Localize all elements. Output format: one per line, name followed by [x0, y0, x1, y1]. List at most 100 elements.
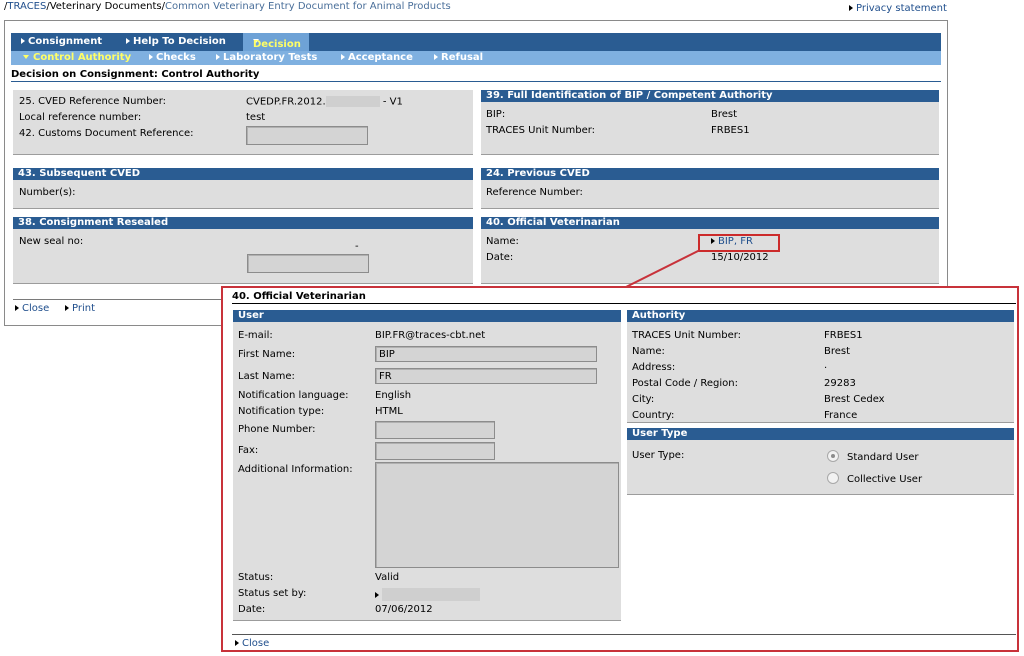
authority-name-label: Name: — [632, 346, 665, 357]
vet-date-label: Date: — [486, 252, 514, 263]
arrow-right-icon — [15, 305, 19, 311]
traces-unit-label: TRACES Unit Number: — [486, 125, 596, 136]
subtab-control-authority[interactable]: Control Authority — [23, 52, 131, 63]
local-ref-value: test — [246, 112, 266, 123]
new-seal-label: New seal no: — [19, 236, 84, 247]
privacy-statement-link[interactable]: Privacy statement — [849, 3, 947, 14]
user-type-header: User Type — [627, 428, 1014, 440]
user-type-label: User Type: — [632, 450, 685, 461]
status-set-by-link[interactable] — [375, 588, 480, 601]
customs-doc-input[interactable] — [246, 126, 368, 145]
cved-ref-suffix: - V1 — [382, 96, 403, 108]
status-value: Valid — [375, 572, 400, 583]
arrow-right-icon — [375, 591, 379, 598]
popup-close-link[interactable]: Close — [235, 638, 269, 649]
authority-unit-label: TRACES Unit Number: — [632, 330, 742, 341]
user-panel: User E-mail: BIP.FR@traces-cbt.net First… — [233, 310, 621, 621]
bip-panel: 39. Full Identification of BIP / Compete… — [481, 90, 939, 155]
first-name-label: First Name: — [238, 349, 296, 360]
authority-name-value: Brest — [824, 346, 851, 357]
popup-title: 40. Official Veterinarian — [232, 291, 366, 302]
print-link[interactable]: Print — [65, 303, 95, 314]
previous-cved-panel: 24. Previous CVED Reference Number: — [481, 168, 939, 209]
authority-unit-value: FRBES1 — [824, 330, 863, 341]
arrow-right-icon — [65, 305, 69, 311]
subtab-refusal[interactable]: Refusal — [434, 52, 483, 63]
authority-country-value: France — [824, 410, 858, 421]
first-name-field[interactable] — [375, 346, 597, 362]
subtab-acceptance-label: Acceptance — [348, 52, 413, 63]
additional-info-label: Additional Information: — [238, 464, 353, 475]
breadcrumb-traces-link[interactable]: TRACES — [7, 1, 46, 12]
bip-label: BIP: — [486, 109, 506, 120]
subsequent-cved-header: 43. Subsequent CVED — [13, 168, 473, 180]
customs-doc-label: 42. Customs Document Reference: — [19, 128, 194, 139]
cved-panel: 25. CVED Reference Number: CVEDP.FR.2012… — [13, 90, 473, 155]
highlight-box — [698, 234, 780, 252]
additional-info-textarea[interactable] — [375, 462, 619, 568]
notification-type-label: Notification type: — [238, 406, 325, 417]
top-nav: Consignment Help To Decision Decision — [11, 33, 941, 51]
bip-value: Brest — [711, 109, 738, 120]
divider — [232, 634, 1016, 635]
authority-postal-label: Postal Code / Region: — [632, 378, 738, 389]
new-seal-input[interactable] — [247, 254, 369, 273]
resealed-panel: 38. Consignment Resealed New seal no: - — [13, 217, 473, 284]
print-label[interactable]: Print — [72, 303, 95, 314]
arrow-right-icon — [341, 54, 345, 60]
phone-field[interactable] — [375, 421, 495, 439]
arrow-right-icon — [849, 5, 853, 11]
tab-consignment-label: Consignment — [28, 36, 103, 47]
close-label[interactable]: Close — [22, 303, 49, 314]
status-set-by-label: Status set by: — [238, 588, 307, 599]
arrow-right-icon — [126, 38, 130, 44]
popup-close-label[interactable]: Close — [242, 638, 269, 649]
tab-help-to-decision[interactable]: Help To Decision — [126, 36, 226, 47]
authority-panel: Authority TRACES Unit Number: FRBES1 Nam… — [627, 310, 1014, 423]
cved-ref-prefix: CVEDP.FR.2012. — [246, 96, 326, 108]
radio-standard-user[interactable] — [827, 450, 839, 462]
status-label: Status: — [238, 572, 274, 583]
breadcrumb-vet-docs[interactable]: Veterinary Documents — [50, 1, 162, 12]
subtab-laboratory-tests[interactable]: Laboratory Tests — [216, 52, 317, 63]
tab-consignment[interactable]: Consignment — [21, 36, 102, 47]
official-vet-header: 40. Official Veterinarian — [481, 217, 939, 229]
standard-user-label: Standard User — [847, 452, 919, 463]
breadcrumb: /TRACES/Veterinary Documents/Common Vete… — [4, 1, 451, 12]
main-window: Consignment Help To Decision Decision Co… — [4, 20, 948, 326]
authority-city-value: Brest Cedex — [824, 394, 885, 405]
privacy-statement-label[interactable]: Privacy statement — [856, 3, 947, 14]
tab-decision[interactable]: Decision — [243, 33, 309, 51]
phone-label: Phone Number: — [238, 424, 316, 435]
arrow-right-icon — [216, 54, 220, 60]
fax-field[interactable] — [375, 442, 495, 460]
arrow-right-icon — [149, 54, 153, 60]
previous-cved-label: Reference Number: — [486, 187, 583, 198]
tab-help-to-decision-label: Help To Decision — [133, 36, 226, 47]
cved-ref-label: 25. CVED Reference Number: — [19, 96, 167, 107]
tab-decision-label: Decision — [253, 39, 301, 50]
radio-collective-user[interactable] — [827, 472, 839, 484]
bip-panel-header: 39. Full Identification of BIP / Compete… — [481, 90, 939, 102]
sub-nav: Control Authority Checks Laboratory Test… — [11, 51, 941, 65]
previous-cved-header: 24. Previous CVED — [481, 168, 939, 180]
notification-type-value: HTML — [375, 406, 403, 417]
subtab-acceptance[interactable]: Acceptance — [341, 52, 413, 63]
close-link[interactable]: Close — [15, 303, 49, 314]
email-label: E-mail: — [238, 330, 273, 341]
notification-language-label: Notification language: — [238, 390, 349, 401]
last-name-field[interactable] — [375, 368, 597, 384]
collective-user-label: Collective User — [847, 474, 923, 485]
divider — [11, 81, 941, 82]
subtab-checks[interactable]: Checks — [149, 52, 196, 63]
user-panel-header: User — [233, 310, 621, 322]
fax-label: Fax: — [238, 445, 259, 456]
subtab-control-authority-label: Control Authority — [33, 52, 132, 63]
subtab-checks-label: Checks — [156, 52, 196, 63]
cved-ref-value: CVEDP.FR.2012. - V1 — [246, 96, 403, 108]
resealed-header: 38. Consignment Resealed — [13, 217, 473, 229]
subsequent-cved-label: Number(s): — [19, 187, 76, 198]
redacted-block — [382, 588, 480, 601]
vet-date-value: 15/10/2012 — [711, 252, 769, 263]
vet-name-label: Name: — [486, 236, 519, 247]
